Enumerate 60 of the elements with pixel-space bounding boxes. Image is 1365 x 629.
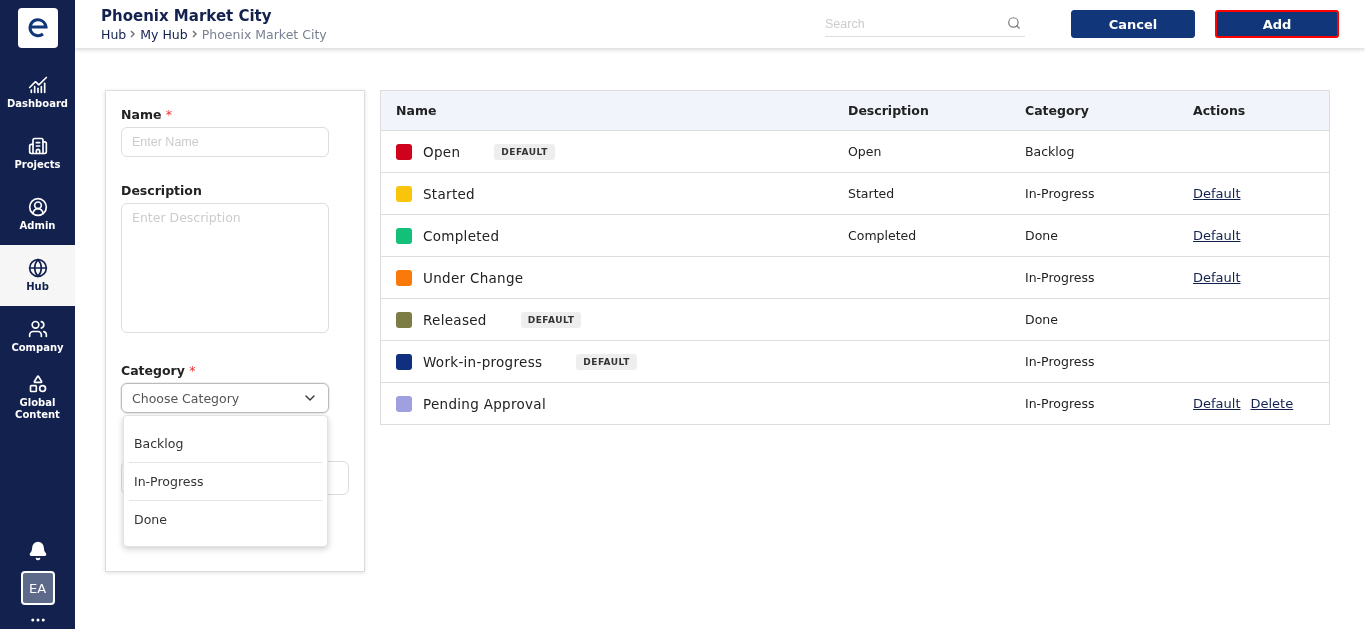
globe-icon: [27, 258, 48, 278]
breadcrumb-link[interactable]: Hub: [101, 26, 127, 42]
dropdown-option[interactable]: Done: [129, 500, 322, 538]
table-cell: Released: [423, 311, 487, 328]
table-cell-text: Completed: [848, 228, 918, 243]
table-cell-text: Backlog: [1025, 144, 1076, 159]
dropdown-option[interactable]: Backlog: [129, 424, 322, 462]
field-label: Category *: [121, 363, 197, 378]
column-header: Name: [396, 103, 438, 118]
sidebar-item[interactable]: Projects: [0, 123, 75, 184]
field-label: Description: [121, 183, 203, 198]
buildings-icon: [27, 136, 48, 156]
table-cell: Completed: [423, 227, 500, 244]
header-button[interactable]: Add: [1215, 10, 1339, 38]
sidebar-item[interactable]: Company: [0, 306, 75, 367]
column-header: Actions: [1193, 103, 1247, 118]
sidebar-item[interactable]: Admin: [0, 184, 75, 245]
table-cell: Started: [423, 185, 475, 202]
category-dropdown[interactable]: Choose Category: [121, 383, 329, 413]
action-link[interactable]: Default: [1193, 270, 1241, 285]
chevron-icon: [130, 30, 137, 38]
shapes-icon: [27, 374, 48, 394]
table-cell-text: In-Progress: [1025, 396, 1096, 411]
table-cell-text: In-Progress: [1025, 354, 1096, 369]
table-cell-text: Open: [848, 144, 883, 159]
sidebar-item[interactable]: Dashboard: [0, 62, 75, 123]
action-link[interactable]: Default: [1193, 186, 1241, 201]
action-link[interactable]: Default: [1193, 228, 1241, 243]
user-avatar[interactable]: EA: [20, 571, 55, 605]
header-button[interactable]: Cancel: [1071, 10, 1195, 38]
field-label: Name *: [121, 107, 173, 122]
column-header: Category: [1025, 103, 1090, 118]
default-badge: DEFAULT: [576, 353, 637, 370]
action-link[interactable]: Default: [1193, 396, 1241, 411]
table-cell: Pending Approval: [423, 395, 546, 412]
default-badge: DEFAULT: [494, 143, 555, 160]
logo-icon: [17, 8, 58, 48]
sidebar-item[interactable]: Hub: [0, 245, 75, 306]
table-cell: Open: [423, 143, 461, 160]
breadcrumb-link[interactable]: Phoenix Market City: [201, 26, 327, 42]
people-icon: [27, 319, 48, 339]
user-circle-icon: [27, 197, 48, 217]
bell-icon[interactable]: [27, 541, 48, 561]
table-cell-text: In-Progress: [1025, 270, 1096, 285]
page-title: Phoenix Market City: [101, 6, 273, 25]
table-cell-text: In-Progress: [1025, 186, 1096, 201]
table-cell-text: Done: [1025, 228, 1059, 243]
table-cell-text: Done: [1025, 312, 1059, 327]
table-cell: Work-in-progress: [423, 353, 543, 370]
search-icon: [1007, 16, 1021, 30]
breadcrumb-link[interactable]: My Hub: [140, 26, 188, 42]
table-cell: Under Change: [423, 269, 524, 286]
table-cell-text: Started: [848, 186, 896, 201]
action-link[interactable]: Delete: [1250, 396, 1294, 411]
sidebar-item[interactable]: Global Content: [0, 367, 75, 428]
chart-icon: [27, 75, 48, 95]
chevron-icon: [191, 30, 198, 38]
column-header: Description: [848, 103, 930, 118]
default-badge: DEFAULT: [520, 311, 582, 328]
dropdown-option[interactable]: In-Progress: [129, 462, 322, 500]
